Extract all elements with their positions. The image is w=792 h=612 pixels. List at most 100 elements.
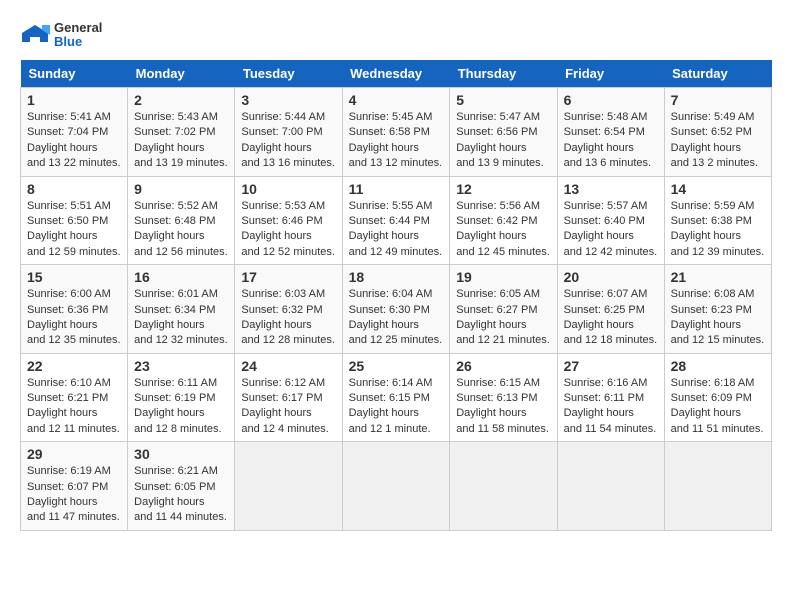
weekday-header-sunday: Sunday <box>21 60 128 88</box>
empty-cell <box>664 442 771 531</box>
day-info: Sunrise: 6:15 AMSunset: 6:13 PMDaylight … <box>456 376 550 438</box>
day-info: Sunrise: 6:04 AMSunset: 6:30 PMDaylight … <box>349 287 444 349</box>
day-number: 6 <box>564 92 658 108</box>
day-number: 25 <box>349 358 444 374</box>
day-info: Sunrise: 6:12 AMSunset: 6:17 PMDaylight … <box>241 376 335 438</box>
day-number: 2 <box>134 92 228 108</box>
day-cell-19: 19Sunrise: 6:05 AMSunset: 6:27 PMDayligh… <box>450 265 557 354</box>
day-number: 21 <box>671 269 765 285</box>
day-number: 18 <box>349 269 444 285</box>
day-number: 23 <box>134 358 228 374</box>
calendar-week-1: 1Sunrise: 5:41 AMSunset: 7:04 PMDaylight… <box>21 88 772 177</box>
day-number: 15 <box>27 269 121 285</box>
day-cell-11: 11 Sunrise: 5:55 AMSunset: 6:44 PMDayligh… <box>342 176 450 265</box>
weekday-header-monday: Monday <box>128 60 235 88</box>
day-cell-7: 7 Sunrise: 5:49 AMSunset: 6:52 PMDaylight… <box>664 88 771 177</box>
day-info: Sunrise: 6:21 AMSunset: 6:05 PMDaylight … <box>134 464 228 526</box>
day-cell-25: 25 Sunrise: 6:14 AMSunset: 6:15 PMDayligh… <box>342 353 450 442</box>
empty-cell <box>235 442 342 531</box>
day-number: 7 <box>671 92 765 108</box>
logo-blue: Blue <box>54 35 102 49</box>
day-cell-2: 2 Sunrise: 5:43 AMSunset: 7:02 PMDaylight… <box>128 88 235 177</box>
day-number: 8 <box>27 181 121 197</box>
day-info: Sunrise: 6:08 AMSunset: 6:23 PMDaylight … <box>671 287 765 349</box>
day-cell-3: 3Sunrise: 5:44 AMSunset: 7:00 PMDaylight… <box>235 88 342 177</box>
day-number: 5 <box>456 92 550 108</box>
day-cell-5: 5 Sunrise: 5:47 AMSunset: 6:56 PMDaylight… <box>450 88 557 177</box>
day-cell-18: 18 Sunrise: 6:04 AMSunset: 6:30 PMDayligh… <box>342 265 450 354</box>
day-number: 4 <box>349 92 444 108</box>
day-info: Sunrise: 6:16 AMSunset: 6:11 PMDaylight … <box>564 376 658 438</box>
day-info: Sunrise: 6:18 AMSunset: 6:09 PMDaylight … <box>671 376 765 438</box>
weekday-header-friday: Friday <box>557 60 664 88</box>
day-number: 27 <box>564 358 658 374</box>
day-number: 13 <box>564 181 658 197</box>
day-number: 19 <box>456 269 550 285</box>
day-number: 3 <box>241 92 335 108</box>
weekday-header-tuesday: Tuesday <box>235 60 342 88</box>
empty-cell <box>342 442 450 531</box>
calendar-table: SundayMondayTuesdayWednesdayThursdayFrid… <box>20 60 772 531</box>
day-cell-16: 16 Sunrise: 6:01 AMSunset: 6:34 PMDayligh… <box>128 265 235 354</box>
day-info: Sunrise: 5:53 AMSunset: 6:46 PMDaylight … <box>241 199 335 261</box>
empty-cell <box>450 442 557 531</box>
empty-cell <box>557 442 664 531</box>
calendar-week-4: 22 Sunrise: 6:10 AMSunset: 6:21 PMDayligh… <box>21 353 772 442</box>
page-header: General Blue <box>20 20 772 50</box>
day-number: 11 <box>349 181 444 197</box>
day-cell-14: 14Sunrise: 5:59 AMSunset: 6:38 PMDayligh… <box>664 176 771 265</box>
day-info: Sunrise: 5:56 AMSunset: 6:42 PMDaylight … <box>456 199 550 261</box>
day-info: Sunrise: 6:00 AMSunset: 6:36 PMDaylight … <box>27 287 121 349</box>
day-info: Sunrise: 5:57 AMSunset: 6:40 PMDaylight … <box>564 199 658 261</box>
day-cell-9: 9 Sunrise: 5:52 AMSunset: 6:48 PMDaylight… <box>128 176 235 265</box>
weekday-header-saturday: Saturday <box>664 60 771 88</box>
day-info: Sunrise: 5:49 AMSunset: 6:52 PMDaylight … <box>671 110 765 172</box>
calendar-week-3: 15 Sunrise: 6:00 AMSunset: 6:36 PMDayligh… <box>21 265 772 354</box>
weekday-header-wednesday: Wednesday <box>342 60 450 88</box>
day-info: Sunrise: 5:51 AMSunset: 6:50 PMDaylight … <box>27 199 121 261</box>
day-cell-26: 26 Sunrise: 6:15 AMSunset: 6:13 PMDayligh… <box>450 353 557 442</box>
day-info: Sunrise: 5:43 AMSunset: 7:02 PMDaylight … <box>134 110 228 172</box>
day-cell-12: 12 Sunrise: 5:56 AMSunset: 6:42 PMDayligh… <box>450 176 557 265</box>
day-info: Sunrise: 5:47 AMSunset: 6:56 PMDaylight … <box>456 110 550 172</box>
day-number: 26 <box>456 358 550 374</box>
day-info: Sunrise: 6:03 AMSunset: 6:32 PMDaylight … <box>241 287 335 349</box>
day-cell-10: 10Sunrise: 5:53 AMSunset: 6:46 PMDayligh… <box>235 176 342 265</box>
day-info: Sunrise: 5:55 AMSunset: 6:44 PMDaylight … <box>349 199 444 261</box>
day-info: Sunrise: 5:41 AMSunset: 7:04 PMDaylight … <box>27 110 121 172</box>
day-number: 28 <box>671 358 765 374</box>
calendar-week-2: 8 Sunrise: 5:51 AMSunset: 6:50 PMDaylight… <box>21 176 772 265</box>
day-info: Sunrise: 6:11 AMSunset: 6:19 PMDaylight … <box>134 376 228 438</box>
day-number: 29 <box>27 446 121 462</box>
day-cell-1: 1Sunrise: 5:41 AMSunset: 7:04 PMDaylight… <box>21 88 128 177</box>
day-cell-27: 27 Sunrise: 6:16 AMSunset: 6:11 PMDayligh… <box>557 353 664 442</box>
day-cell-28: 28 Sunrise: 6:18 AMSunset: 6:09 PMDayligh… <box>664 353 771 442</box>
day-info: Sunrise: 5:52 AMSunset: 6:48 PMDaylight … <box>134 199 228 261</box>
day-info: Sunrise: 5:45 AMSunset: 6:58 PMDaylight … <box>349 110 444 172</box>
day-info: Sunrise: 6:07 AMSunset: 6:25 PMDaylight … <box>564 287 658 349</box>
day-number: 12 <box>456 181 550 197</box>
day-cell-29: 29 Sunrise: 6:19 AMSunset: 6:07 PMDayligh… <box>21 442 128 531</box>
day-cell-15: 15 Sunrise: 6:00 AMSunset: 6:36 PMDayligh… <box>21 265 128 354</box>
day-number: 9 <box>134 181 228 197</box>
day-info: Sunrise: 6:10 AMSunset: 6:21 PMDaylight … <box>27 376 121 438</box>
day-cell-4: 4 Sunrise: 5:45 AMSunset: 6:58 PMDaylight… <box>342 88 450 177</box>
day-info: Sunrise: 6:19 AMSunset: 6:07 PMDaylight … <box>27 464 121 526</box>
logo: General Blue <box>20 20 102 50</box>
day-number: 14 <box>671 181 765 197</box>
day-cell-6: 6 Sunrise: 5:48 AMSunset: 6:54 PMDaylight… <box>557 88 664 177</box>
day-cell-23: 23 Sunrise: 6:11 AMSunset: 6:19 PMDayligh… <box>128 353 235 442</box>
calendar-week-5: 29 Sunrise: 6:19 AMSunset: 6:07 PMDayligh… <box>21 442 772 531</box>
day-cell-21: 21 Sunrise: 6:08 AMSunset: 6:23 PMDayligh… <box>664 265 771 354</box>
logo-icon <box>20 20 50 50</box>
day-cell-22: 22 Sunrise: 6:10 AMSunset: 6:21 PMDayligh… <box>21 353 128 442</box>
day-info: Sunrise: 6:14 AMSunset: 6:15 PMDaylight … <box>349 376 444 438</box>
day-number: 20 <box>564 269 658 285</box>
logo-text-block: General Blue <box>20 20 102 50</box>
logo-general: General <box>54 21 102 35</box>
day-number: 22 <box>27 358 121 374</box>
day-info: Sunrise: 6:01 AMSunset: 6:34 PMDaylight … <box>134 287 228 349</box>
day-cell-20: 20 Sunrise: 6:07 AMSunset: 6:25 PMDayligh… <box>557 265 664 354</box>
day-info: Sunrise: 5:48 AMSunset: 6:54 PMDaylight … <box>564 110 658 172</box>
day-number: 16 <box>134 269 228 285</box>
